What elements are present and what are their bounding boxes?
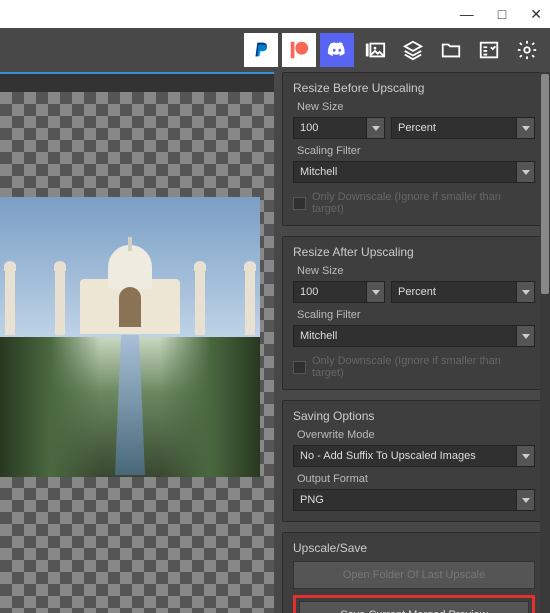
output-format-dropdown[interactable] (517, 489, 535, 511)
downscale-after-checkbox[interactable] (293, 361, 306, 374)
downscale-after-label: Only Downscale (Ignore if smaller than t… (312, 355, 535, 379)
open-folder-button[interactable]: Open Folder Of Last Upscale (293, 561, 535, 589)
patreon-icon[interactable] (282, 33, 316, 67)
window-titlebar: — □ ✕ (0, 0, 550, 28)
panel-title: Resize After Upscaling (293, 245, 535, 259)
saving-options-panel: Saving Options Overwrite Mode No - Add S… (282, 400, 546, 522)
new-size-label: New Size (297, 265, 535, 277)
format-label: Output Format (297, 473, 535, 485)
size-before-unit[interactable]: Percent (391, 117, 517, 139)
minimize-button[interactable]: — (460, 6, 474, 22)
size-before-unit-dropdown[interactable] (517, 117, 535, 139)
paypal-icon[interactable] (244, 33, 278, 67)
size-after-dropdown[interactable] (367, 281, 385, 303)
layers-icon[interactable] (396, 33, 430, 67)
filter-before-dropdown[interactable] (517, 161, 535, 183)
maximize-button[interactable]: □ (498, 6, 506, 22)
size-after-input[interactable] (293, 281, 367, 303)
filter-label: Scaling Filter (297, 309, 535, 321)
resize-before-panel: Resize Before Upscaling New Size Percent… (282, 72, 546, 226)
image-preview[interactable] (0, 197, 260, 477)
size-before-dropdown[interactable] (367, 117, 385, 139)
highlight-annotation: Save Current Merged Preview (293, 595, 535, 613)
settings-sidebar: Resize Before Upscaling New Size Percent… (274, 72, 550, 613)
size-after-unit-dropdown[interactable] (517, 281, 535, 303)
panel-title: Resize Before Upscaling (293, 81, 535, 95)
scrollbar-thumb[interactable] (541, 74, 549, 294)
save-preview-button[interactable]: Save Current Merged Preview (299, 601, 529, 613)
downscale-before-checkbox[interactable] (293, 197, 306, 210)
list-check-icon[interactable] (472, 33, 506, 67)
overwrite-mode-dropdown[interactable] (517, 445, 535, 467)
filter-after-select[interactable]: Mitchell (293, 325, 517, 347)
resize-after-panel: Resize After Upscaling New Size Percent … (282, 236, 546, 390)
discord-icon[interactable] (320, 33, 354, 67)
canvas-area (0, 72, 274, 613)
size-before-input[interactable] (293, 117, 367, 139)
filter-after-dropdown[interactable] (517, 325, 535, 347)
top-toolbar (0, 28, 550, 72)
downscale-before-label: Only Downscale (Ignore if smaller than t… (312, 191, 535, 215)
size-after-unit[interactable]: Percent (391, 281, 517, 303)
folder-icon[interactable] (434, 33, 468, 67)
overwrite-label: Overwrite Mode (297, 429, 535, 441)
new-size-label: New Size (297, 101, 535, 113)
close-button[interactable]: ✕ (530, 6, 542, 23)
images-icon[interactable] (358, 33, 392, 67)
filter-before-select[interactable]: Mitchell (293, 161, 517, 183)
gear-icon[interactable] (510, 33, 544, 67)
filter-label: Scaling Filter (297, 145, 535, 157)
overwrite-mode-select[interactable]: No - Add Suffix To Upscaled Images (293, 445, 517, 467)
output-format-select[interactable]: PNG (293, 489, 517, 511)
scrollbar-track[interactable] (540, 72, 550, 613)
panel-title: Saving Options (293, 409, 535, 423)
panel-title: Upscale/Save (293, 541, 535, 555)
upscale-save-panel: Upscale/Save Open Folder Of Last Upscale… (282, 532, 546, 613)
